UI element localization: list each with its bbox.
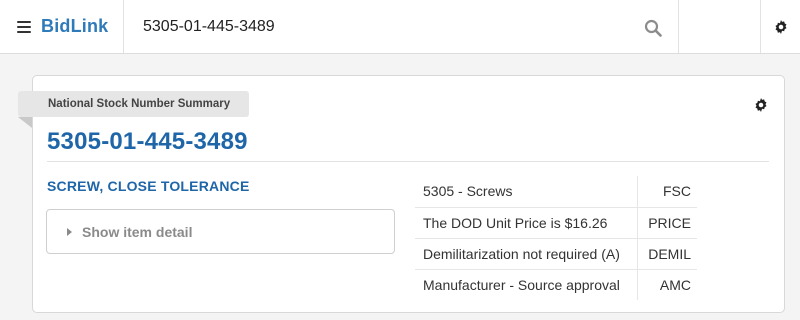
- top-navbar: BidLink: [0, 0, 800, 54]
- search-bar: [124, 0, 679, 53]
- spec-key: AMC: [637, 268, 697, 300]
- spec-key: FSC: [663, 183, 691, 200]
- spec-key: PRICE: [637, 206, 697, 238]
- table-row: The DOD Unit Price is $16.26 PRICE: [415, 206, 697, 238]
- gear-icon[interactable]: [754, 98, 768, 112]
- item-name-heading: SCREW, CLOSE TOLERANCE: [47, 178, 250, 194]
- spec-value: 5305 - Screws: [415, 176, 638, 207]
- navbar-settings-button[interactable]: [761, 0, 800, 53]
- section-ribbon: National Stock Number Summary: [18, 91, 249, 117]
- brand-logo[interactable]: BidLink: [41, 16, 108, 37]
- spec-value: The DOD Unit Price is $16.26: [415, 206, 638, 238]
- divider: [47, 161, 769, 162]
- search-input[interactable]: [124, 0, 678, 53]
- show-item-detail-label: Show item detail: [82, 223, 193, 240]
- search-icon[interactable]: [644, 19, 662, 37]
- table-row: Manufacturer - Source approval AMC: [415, 268, 697, 300]
- gear-icon[interactable]: [774, 19, 788, 34]
- nsn-specs-table: 5305 - Screws FSC The DOD Unit Price is …: [415, 176, 697, 300]
- show-item-detail-toggle[interactable]: Show item detail: [46, 209, 395, 254]
- nsn-title: 5305-01-445-3489: [47, 128, 248, 155]
- spec-value: Manufacturer - Source approval: [415, 268, 638, 300]
- navbar-spacer: [679, 0, 761, 53]
- table-row: 5305 - Screws FSC: [415, 176, 697, 207]
- hamburger-icon[interactable]: [17, 20, 31, 33]
- spec-value: Demilitarization not required (A): [415, 237, 638, 269]
- ribbon-fold: [18, 117, 32, 128]
- card-settings-button[interactable]: [754, 98, 768, 117]
- table-row: Demilitarization not required (A) DEMIL: [415, 237, 697, 269]
- caret-right-icon: [67, 227, 72, 236]
- brand-area: BidLink: [0, 0, 124, 53]
- spec-key: DEMIL: [637, 237, 697, 269]
